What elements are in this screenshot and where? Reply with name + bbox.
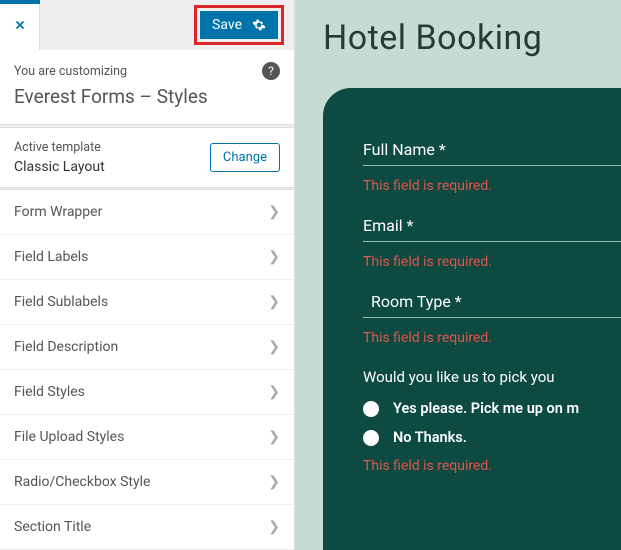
- section-field-styles[interactable]: Field Styles ❯: [0, 370, 294, 415]
- context-panel: You are customizing Everest Forms – Styl…: [0, 50, 294, 124]
- section-label: Field Styles: [14, 384, 85, 400]
- section-label: Field Sublabels: [14, 294, 108, 310]
- radio-icon: [363, 401, 379, 417]
- chevron-right-icon: ❯: [268, 294, 280, 310]
- save-label: Save: [212, 17, 242, 33]
- section-section-title[interactable]: Section Title ❯: [0, 505, 294, 550]
- error-message: This field is required.: [363, 458, 621, 474]
- section-field-labels[interactable]: Field Labels ❯: [0, 235, 294, 280]
- topbar: Save: [0, 0, 294, 50]
- chevron-right-icon: ❯: [268, 429, 280, 445]
- room-type-label: Room Type *: [371, 292, 462, 311]
- chevron-right-icon: ❯: [268, 384, 280, 400]
- context-sub: You are customizing: [14, 64, 280, 79]
- section-label: Field Description: [14, 339, 118, 355]
- radio-label: Yes please. Pick me up on m: [393, 400, 579, 417]
- section-label: Section Title: [14, 519, 91, 535]
- radio-option-yes[interactable]: Yes please. Pick me up on m: [363, 400, 621, 417]
- template-name: Classic Layout: [14, 159, 105, 175]
- chevron-right-icon: ❯: [268, 204, 280, 220]
- pickup-question: Would you like us to pick you: [363, 368, 621, 386]
- chevron-right-icon: ❯: [268, 339, 280, 355]
- sections-list: Form Wrapper ❯ Field Labels ❯ Field Subl…: [0, 190, 294, 550]
- close-icon: [13, 18, 27, 32]
- error-message: This field is required.: [363, 254, 621, 270]
- error-message: This field is required.: [363, 178, 621, 194]
- active-template-row: Active template Classic Layout Change: [0, 128, 294, 187]
- close-button[interactable]: [0, 0, 40, 50]
- template-label: Active template: [14, 140, 105, 155]
- save-highlight: Save: [194, 5, 284, 45]
- help-button[interactable]: ?: [262, 62, 280, 80]
- radio-icon: [363, 430, 379, 446]
- section-label: Form Wrapper: [14, 204, 102, 220]
- gear-icon: [252, 18, 266, 32]
- chevron-right-icon: ❯: [268, 474, 280, 490]
- preview-pane: Hotel Booking Full Name * This field is …: [295, 0, 621, 550]
- context-title: Everest Forms – Styles: [14, 85, 280, 108]
- radio-label: No Thanks.: [393, 429, 467, 446]
- email-label: Email *: [363, 216, 621, 235]
- section-label: Radio/Checkbox Style: [14, 474, 150, 490]
- section-label: Field Labels: [14, 249, 88, 265]
- change-template-button[interactable]: Change: [210, 143, 280, 172]
- full-name-input[interactable]: Full Name *: [363, 140, 621, 166]
- email-input[interactable]: Email *: [363, 216, 621, 242]
- radio-option-no[interactable]: No Thanks.: [363, 429, 621, 446]
- section-file-upload-styles[interactable]: File Upload Styles ❯: [0, 415, 294, 460]
- form-card: Full Name * This field is required. Emai…: [323, 88, 621, 550]
- section-field-description[interactable]: Field Description ❯: [0, 325, 294, 370]
- section-field-sublabels[interactable]: Field Sublabels ❯: [0, 280, 294, 325]
- customizer-sidebar: Save You are customizing Everest Forms –…: [0, 0, 295, 550]
- full-name-label: Full Name *: [363, 140, 621, 159]
- save-button[interactable]: Save: [200, 11, 278, 39]
- error-message: This field is required.: [363, 330, 621, 346]
- room-type-select[interactable]: Room Type *: [363, 292, 621, 318]
- section-radio-checkbox-style[interactable]: Radio/Checkbox Style ❯: [0, 460, 294, 505]
- page-title: Hotel Booking: [323, 18, 621, 58]
- chevron-right-icon: ❯: [268, 519, 280, 535]
- section-label: File Upload Styles: [14, 429, 124, 445]
- chevron-right-icon: ❯: [268, 249, 280, 265]
- section-form-wrapper[interactable]: Form Wrapper ❯: [0, 190, 294, 235]
